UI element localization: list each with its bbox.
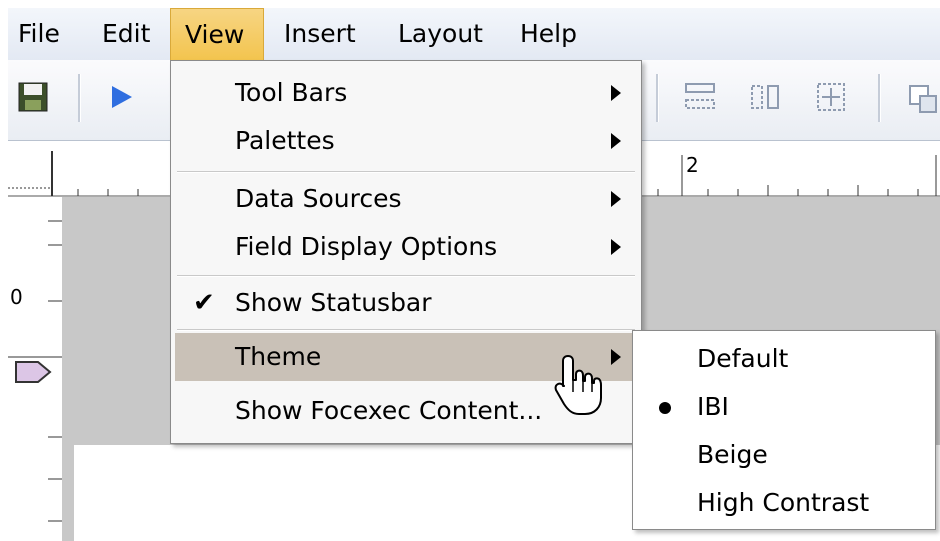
theme-submenu: Default IBI Beige High Contrast xyxy=(632,330,936,530)
ruler-mark-0: 0 xyxy=(10,285,23,309)
menu-item-show-statusbar[interactable]: ✔ Show Statusbar xyxy=(171,279,641,327)
menu-separator xyxy=(177,171,635,173)
save-icon[interactable] xyxy=(16,80,50,114)
theme-option-label: High Contrast xyxy=(697,488,870,517)
toolbar-separator xyxy=(78,74,81,122)
selected-dot-icon xyxy=(659,402,671,414)
align-top-icon[interactable] xyxy=(680,80,720,114)
menu-item-label: Show Focexec Content... xyxy=(235,396,543,425)
menu-separator xyxy=(177,275,635,277)
menu-separator xyxy=(177,329,635,331)
ruler-mark-2: 2 xyxy=(686,153,699,177)
menu-insert[interactable]: Insert xyxy=(274,8,366,60)
submenu-arrow-icon xyxy=(611,133,621,149)
section-marker-icon[interactable] xyxy=(14,359,58,389)
menu-item-label: Tool Bars xyxy=(235,78,348,107)
theme-option-high-contrast[interactable]: High Contrast xyxy=(633,479,935,527)
menu-item-data-sources[interactable]: Data Sources xyxy=(171,175,641,223)
bring-front-icon[interactable] xyxy=(904,80,938,114)
page-margin xyxy=(62,197,74,541)
align-center-icon[interactable] xyxy=(748,80,784,114)
menu-item-label: Theme xyxy=(235,342,322,371)
checkmark-icon: ✔ xyxy=(193,288,215,318)
toolbar-separator xyxy=(878,74,881,122)
theme-option-default[interactable]: Default xyxy=(633,335,935,383)
menu-edit[interactable]: Edit xyxy=(92,8,160,60)
submenu-arrow-icon xyxy=(611,239,621,255)
theme-option-beige[interactable]: Beige xyxy=(633,431,935,479)
menu-file[interactable]: File xyxy=(8,8,70,60)
menu-item-palettes[interactable]: Palettes xyxy=(171,117,641,165)
theme-option-label: IBI xyxy=(697,392,729,421)
menu-help[interactable]: Help xyxy=(510,8,587,60)
menu-item-field-display-options[interactable]: Field Display Options xyxy=(171,223,641,271)
theme-option-label: Beige xyxy=(697,440,768,469)
distribute-icon[interactable] xyxy=(812,80,852,114)
menu-item-tool-bars[interactable]: Tool Bars xyxy=(171,69,641,117)
submenu-arrow-icon xyxy=(611,85,621,101)
menu-item-label: Data Sources xyxy=(235,184,402,213)
menu-bar: File Edit View Insert Layout Help xyxy=(8,8,940,61)
run-icon[interactable] xyxy=(104,80,138,114)
theme-option-ibi[interactable]: IBI xyxy=(633,383,935,431)
menu-item-label: Palettes xyxy=(235,126,335,155)
toolbar-separator xyxy=(656,74,659,122)
vertical-ruler: 0 xyxy=(8,197,63,541)
submenu-arrow-icon xyxy=(611,349,621,365)
menu-view[interactable]: View xyxy=(170,8,264,60)
submenu-arrow-icon xyxy=(611,191,621,207)
menu-item-label: Field Display Options xyxy=(235,232,498,261)
menu-item-label: Show Statusbar xyxy=(235,288,432,317)
theme-option-label: Default xyxy=(697,344,789,373)
menu-layout[interactable]: Layout xyxy=(388,8,493,60)
hand-pointer-cursor-icon xyxy=(552,352,606,418)
